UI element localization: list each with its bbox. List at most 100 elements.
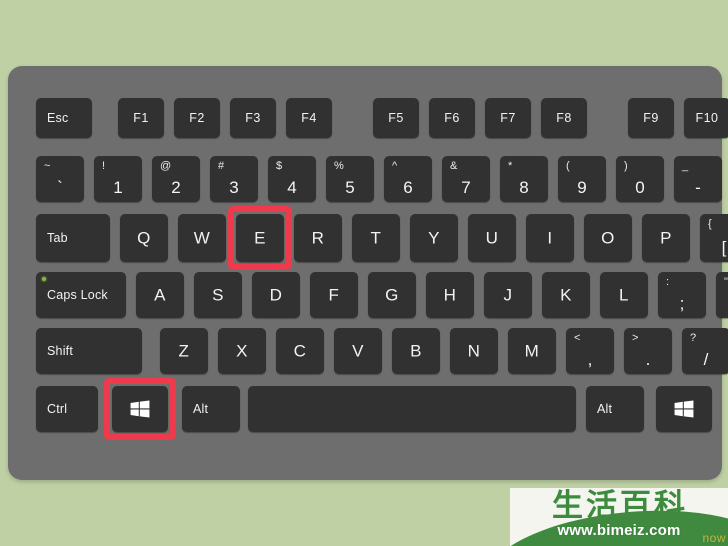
key-q[interactable]: Q [120, 214, 168, 262]
key-f-label: F [328, 285, 340, 305]
key-u[interactable]: U [468, 214, 516, 262]
key-6[interactable]: ^ 6 [384, 156, 432, 202]
key-5[interactable]: % 5 [326, 156, 374, 202]
key-caps-lock[interactable]: Caps Lock [36, 272, 126, 318]
key-shift-left[interactable]: Shift [36, 328, 142, 374]
key-o-label: O [601, 228, 615, 248]
key-f8[interactable]: F8 [541, 98, 587, 138]
key-7-shift-label: & [450, 160, 458, 172]
key-2-shift-label: @ [160, 160, 172, 172]
key-f[interactable]: F [310, 272, 358, 318]
key-f2[interactable]: F2 [174, 98, 220, 138]
key-f1[interactable]: F1 [118, 98, 164, 138]
key-windows-left[interactable] [112, 386, 168, 432]
key-7-label: 7 [461, 178, 471, 197]
key-0-shift-label: ) [624, 160, 628, 172]
key-p-label: P [660, 228, 672, 248]
key-q-label: Q [137, 228, 151, 248]
key-shift-left-label: Shift [47, 343, 74, 358]
key-space[interactable] [248, 386, 576, 432]
key-r[interactable]: R [294, 214, 342, 262]
key-g[interactable]: G [368, 272, 416, 318]
key-alt-right-label: Alt [597, 401, 613, 416]
key-h-label: H [443, 285, 457, 305]
key-1[interactable]: ! 1 [94, 156, 142, 202]
key-f9[interactable]: F9 [628, 98, 674, 138]
key-a[interactable]: A [136, 272, 184, 318]
key-esc[interactable]: Esc [36, 98, 92, 138]
key-ctrl-left[interactable]: Ctrl [36, 386, 98, 432]
key-4-label: 4 [287, 178, 297, 197]
key-7[interactable]: & 7 [442, 156, 490, 202]
key-b[interactable]: B [392, 328, 440, 374]
key-tab[interactable]: Tab [36, 214, 110, 262]
key-f3[interactable]: F3 [230, 98, 276, 138]
key-n-label: N [467, 341, 481, 361]
key-minus[interactable]: _ - [674, 156, 722, 202]
key-n[interactable]: N [450, 328, 498, 374]
key-x[interactable]: X [218, 328, 266, 374]
windows-logo-icon [130, 400, 150, 418]
key-backtick[interactable]: ~ ` [36, 156, 84, 202]
key-backtick-shift-label: ~ [44, 160, 51, 172]
key-t[interactable]: T [352, 214, 400, 262]
key-x-label: X [236, 341, 248, 361]
key-b-label: B [410, 341, 422, 361]
watermark-ghost-text: now [702, 531, 726, 545]
key-3[interactable]: # 3 [210, 156, 258, 202]
key-alt-right[interactable]: Alt [586, 386, 644, 432]
key-alt-left[interactable]: Alt [182, 386, 240, 432]
key-comma[interactable]: < , [566, 328, 614, 374]
key-semicolon-shift-label: : [666, 276, 670, 288]
key-y-label: Y [428, 228, 440, 248]
watermark: 生活百科 www.bimeiz.com now [510, 488, 728, 546]
key-windows-right[interactable] [656, 386, 712, 432]
key-8[interactable]: * 8 [500, 156, 548, 202]
key-9[interactable]: ( 9 [558, 156, 606, 202]
key-f6[interactable]: F6 [429, 98, 475, 138]
key-slash[interactable]: ? / [682, 328, 728, 374]
windows-logo-icon [674, 400, 694, 418]
key-4[interactable]: $ 4 [268, 156, 316, 202]
key-z-label: Z [178, 341, 190, 361]
key-semicolon[interactable]: : ; [658, 272, 706, 318]
key-k[interactable]: K [542, 272, 590, 318]
key-2-label: 2 [171, 178, 181, 197]
key-left-bracket-shift-label: { [708, 218, 712, 230]
key-s[interactable]: S [194, 272, 242, 318]
key-c[interactable]: C [276, 328, 324, 374]
key-f4-label: F4 [301, 110, 317, 125]
key-d[interactable]: D [252, 272, 300, 318]
key-5-label: 5 [345, 178, 355, 197]
key-0[interactable]: ) 0 [616, 156, 664, 202]
key-semicolon-label: ; [679, 294, 685, 313]
key-i[interactable]: I [526, 214, 574, 262]
key-quote[interactable]: " ' [716, 272, 728, 318]
key-w[interactable]: W [178, 214, 226, 262]
key-f5[interactable]: F5 [373, 98, 419, 138]
key-u-label: U [485, 228, 499, 248]
key-comma-shift-label: < [574, 332, 581, 344]
key-j[interactable]: J [484, 272, 532, 318]
key-l[interactable]: L [600, 272, 648, 318]
key-v[interactable]: V [334, 328, 382, 374]
key-f4[interactable]: F4 [286, 98, 332, 138]
key-period-label: . [645, 350, 651, 369]
key-f5-label: F5 [388, 110, 404, 125]
key-f7-label: F7 [500, 110, 516, 125]
key-left-bracket[interactable]: { [ [700, 214, 728, 262]
key-period[interactable]: > . [624, 328, 672, 374]
key-f7[interactable]: F7 [485, 98, 531, 138]
key-f10[interactable]: F10 [684, 98, 728, 138]
key-i-label: I [547, 228, 553, 248]
key-p[interactable]: P [642, 214, 690, 262]
key-2[interactable]: @ 2 [152, 156, 200, 202]
key-e[interactable]: E [236, 214, 284, 262]
key-y[interactable]: Y [410, 214, 458, 262]
key-z[interactable]: Z [160, 328, 208, 374]
key-f10-label: F10 [695, 110, 719, 125]
key-9-shift-label: ( [566, 160, 570, 172]
key-m[interactable]: M [508, 328, 556, 374]
key-o[interactable]: O [584, 214, 632, 262]
key-h[interactable]: H [426, 272, 474, 318]
